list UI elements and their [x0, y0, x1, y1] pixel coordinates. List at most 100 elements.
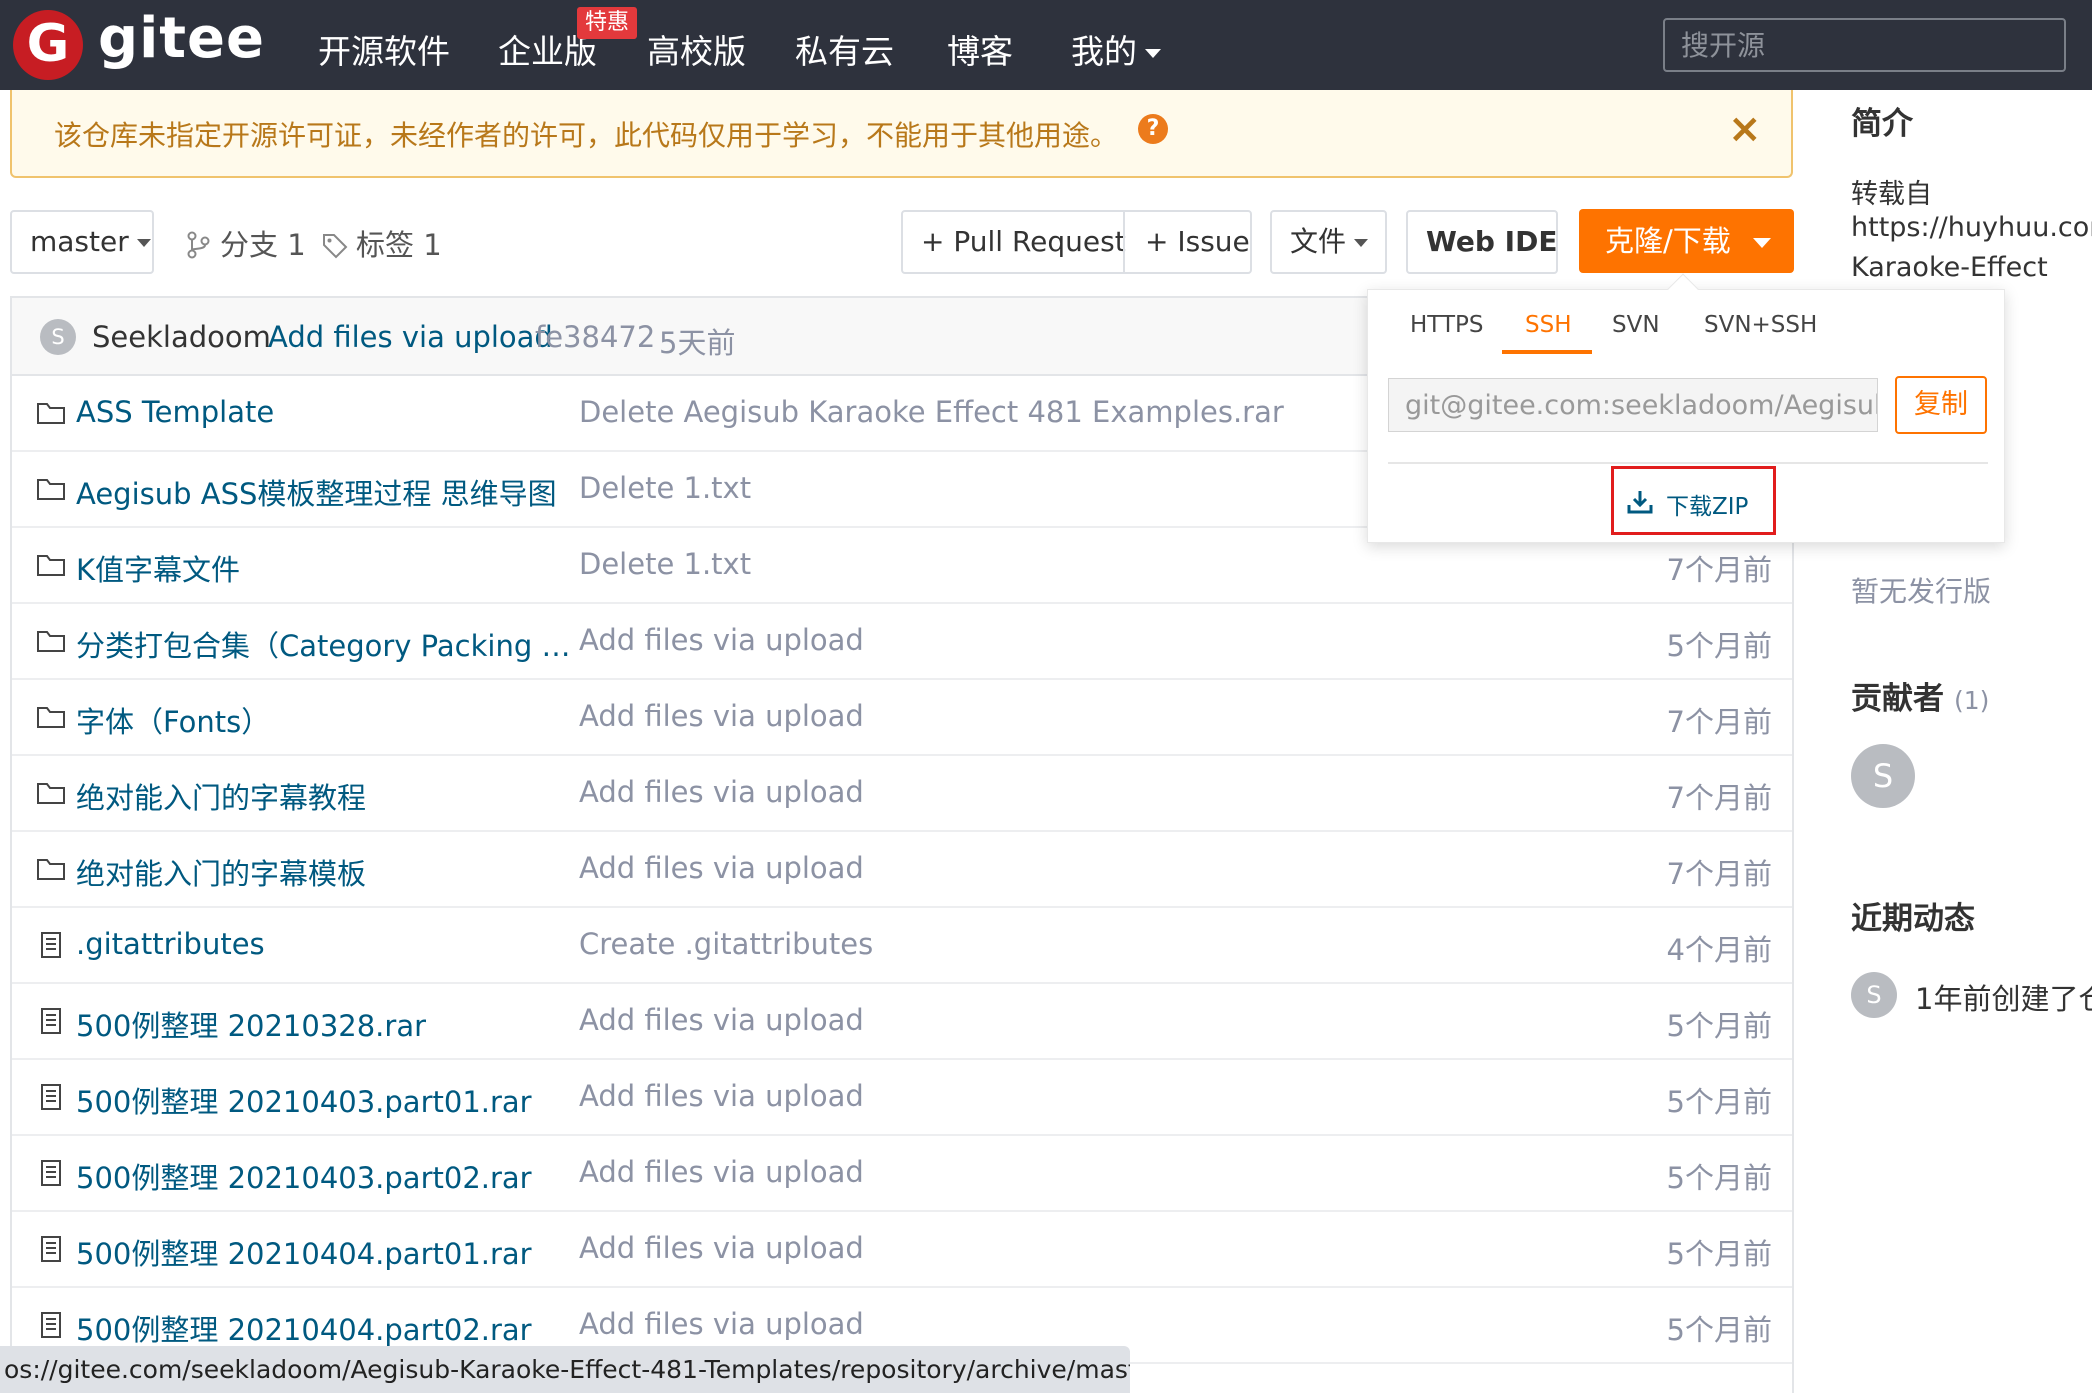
warning-text: 该仓库未指定开源许可证，未经作者的许可，此代码仅用于学习，不能用于其他用途。: [54, 119, 1119, 152]
activity-title: 近期动态: [1851, 901, 1975, 937]
folder-icon: [37, 631, 65, 652]
divider: [1388, 462, 1988, 464]
nav-education[interactable]: 高校版: [647, 25, 746, 73]
avatar[interactable]: S: [1851, 972, 1897, 1018]
file-commit-time: 5个月前: [1666, 1009, 1772, 1043]
tab-svn-ssh[interactable]: SVN+SSH: [1704, 312, 1817, 338]
chevron-down-icon: [1354, 239, 1369, 247]
folder-icon: [37, 859, 65, 880]
table-row: 字体（Fonts） Add files via upload 7个月前: [12, 680, 1792, 756]
file-name-link[interactable]: 绝对能入门的字幕模板: [76, 851, 366, 893]
copy-button[interactable]: 复制: [1895, 376, 1987, 434]
contributor-avatar[interactable]: S: [1851, 744, 1915, 808]
commit-hash[interactable]: fe38472: [535, 320, 655, 354]
folder-icon: [37, 707, 65, 728]
intro-link[interactable]: https://huyhuu.com: [1851, 212, 2092, 243]
file-name-link[interactable]: K值字幕文件: [76, 547, 240, 589]
nav-blog[interactable]: 博客: [947, 25, 1013, 73]
file-name-link[interactable]: 500例整理 20210403.part02.rar: [76, 1155, 532, 1197]
file-commit-message[interactable]: Add files via upload: [579, 1307, 864, 1341]
file-commit-time: 5个月前: [1666, 1313, 1772, 1347]
table-row: 500例整理 20210403.part02.rar Add files via …: [12, 1136, 1792, 1212]
file-name-link[interactable]: Aegisub ASS模板整理过程 思维导图: [76, 471, 557, 513]
nav-mine-menu[interactable]: 我的: [1071, 25, 1161, 73]
file-commit-message[interactable]: Delete 1.txt: [579, 471, 751, 505]
download-zip-button[interactable]: 下载ZIP: [1611, 466, 1776, 535]
tag-icon: [323, 234, 348, 259]
chevron-down-icon: [1145, 49, 1161, 58]
folder-icon: [37, 555, 65, 576]
file-name-link[interactable]: 500例整理 20210403.part01.rar: [76, 1079, 532, 1121]
file-commit-message[interactable]: Add files via upload: [579, 1079, 864, 1113]
file-name-link[interactable]: ASS Template: [76, 395, 274, 429]
branches-link[interactable]: 分支 1: [186, 222, 306, 264]
table-row: 500例整理 20210404.part01.rar Add files via …: [12, 1212, 1792, 1288]
tags-label: 标签 1: [356, 228, 442, 262]
file-icon: [41, 1312, 61, 1338]
web-ide-button[interactable]: Web IDE: [1406, 210, 1558, 274]
search-input[interactable]: [1663, 18, 2066, 72]
file-name-link[interactable]: 绝对能入门的字幕教程: [76, 775, 366, 817]
gitee-logo-icon[interactable]: G: [13, 10, 83, 80]
intro-line: 转载自: [1851, 179, 1932, 210]
file-commit-message[interactable]: Add files via upload: [579, 1231, 864, 1265]
gitee-logo-text[interactable]: gitee: [98, 6, 265, 71]
file-commit-message[interactable]: Create .gitattributes: [579, 927, 873, 961]
commit-message[interactable]: Add files via upload: [268, 320, 553, 354]
nav-mine-label: 我的: [1071, 32, 1137, 71]
tags-link[interactable]: 标签 1: [322, 222, 442, 264]
file-name-link[interactable]: 字体（Fonts）: [76, 699, 270, 741]
releases-empty-text: 暂无发行版: [1851, 575, 1992, 608]
file-icon: [41, 1008, 61, 1034]
commit-author[interactable]: Seekladoom: [92, 320, 271, 354]
file-name-link[interactable]: 500例整理 20210328.rar: [76, 1003, 426, 1045]
new-pull-request-button[interactable]: + Pull Request: [921, 212, 1126, 272]
file-commit-message[interactable]: Add files via upload: [579, 851, 864, 885]
chevron-down-icon: [1752, 238, 1771, 248]
intro-title: 简介: [1851, 106, 1913, 142]
nav-open-source[interactable]: 开源软件: [318, 25, 450, 73]
license-warning-banner: 该仓库未指定开源许可证，未经作者的许可，此代码仅用于学习，不能用于其他用途。 ?…: [10, 90, 1793, 178]
file-commit-message[interactable]: Delete Aegisub Karaoke Effect 481 Exampl…: [579, 395, 1284, 429]
file-icon: [41, 1236, 61, 1262]
file-menu-button[interactable]: 文件: [1270, 210, 1387, 274]
file-menu-label: 文件: [1290, 225, 1347, 258]
new-issue-button[interactable]: + Issue: [1145, 212, 1250, 272]
commit-time: 5天前: [659, 326, 736, 360]
file-commit-message[interactable]: Add files via upload: [579, 623, 864, 657]
file-commit-message[interactable]: Delete 1.txt: [579, 547, 751, 581]
top-navbar: G gitee 开源软件 企业版 特惠 高校版 私有云 博客 我的: [0, 0, 2092, 90]
file-name-link[interactable]: .gitattributes: [76, 927, 265, 961]
contributors-count: (1): [1954, 686, 1990, 715]
avatar[interactable]: S: [40, 319, 76, 355]
file-commit-message[interactable]: Add files via upload: [579, 775, 864, 809]
tab-svn[interactable]: SVN: [1612, 312, 1660, 338]
close-icon[interactable]: ×: [1728, 106, 1762, 152]
file-icon: [41, 1160, 61, 1186]
branch-select[interactable]: master: [10, 210, 154, 274]
table-row: .gitattributes Create .gitattributes 4个月前: [12, 908, 1792, 984]
contributors-title-label: 贡献者: [1851, 681, 1944, 717]
table-row: 绝对能入门的字幕教程 Add files via upload 7个月前: [12, 756, 1792, 832]
file-commit-time: 5个月前: [1666, 1237, 1772, 1271]
branch-name: master: [30, 225, 129, 258]
clone-url-field[interactable]: [1388, 378, 1878, 432]
nav-private-cloud[interactable]: 私有云: [795, 25, 894, 73]
file-name-link[interactable]: 分类打包合集（Category Packing Colle...: [76, 623, 586, 665]
file-name-link[interactable]: 500例整理 20210404.part01.rar: [76, 1231, 532, 1273]
branch-icon: [187, 231, 210, 259]
contributors-title: 贡献者 (1): [1851, 673, 1989, 718]
tab-ssh[interactable]: SSH: [1525, 312, 1572, 338]
file-commit-time: 5个月前: [1666, 1161, 1772, 1195]
file-name-link[interactable]: 500例整理 20210404.part02.rar: [76, 1307, 532, 1349]
file-commit-time: 7个月前: [1666, 705, 1772, 739]
file-commit-message[interactable]: Add files via upload: [579, 1003, 864, 1037]
tab-https[interactable]: HTTPS: [1410, 312, 1483, 338]
file-commit-time: 7个月前: [1666, 857, 1772, 891]
file-commit-message[interactable]: Add files via upload: [579, 699, 864, 733]
clone-download-button[interactable]: 克隆/下载: [1579, 209, 1794, 273]
branches-label: 分支 1: [220, 228, 306, 262]
file-commit-message[interactable]: Add files via upload: [579, 1155, 864, 1189]
help-icon[interactable]: ?: [1138, 114, 1168, 144]
file-commit-time: 5个月前: [1666, 1085, 1772, 1119]
